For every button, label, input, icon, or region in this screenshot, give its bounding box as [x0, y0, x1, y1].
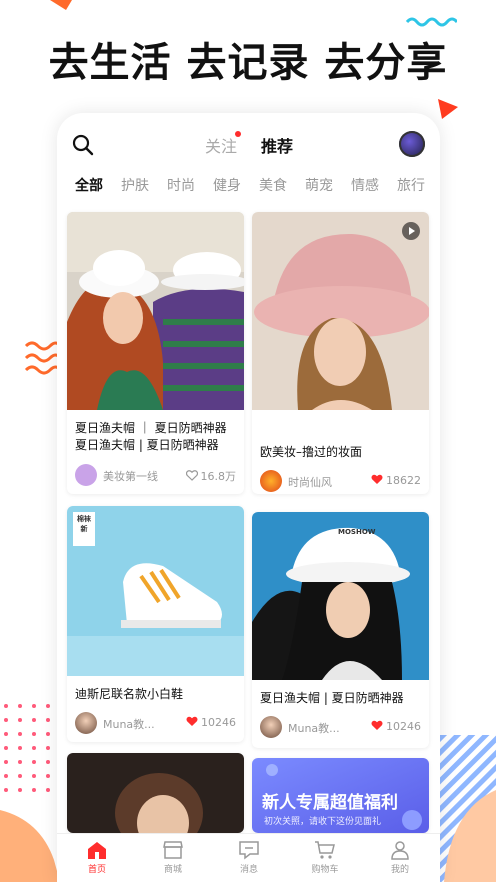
deco-triangle-right — [438, 99, 458, 119]
cart-icon — [315, 841, 335, 859]
deco-wave-orange — [24, 341, 60, 375]
heart-filled-icon — [186, 716, 198, 726]
author-avatar — [75, 464, 97, 486]
card-image — [67, 212, 244, 410]
like-count-text: 16.8万 — [200, 470, 237, 483]
author-name: Muna教... — [288, 722, 340, 735]
category-bar: 全部 护肤 时尚 健身 美食 萌宠 情感 旅行 — [57, 175, 440, 201]
author-name: 时尚仙风 — [288, 476, 332, 489]
like-count[interactable]: 18622 — [371, 474, 421, 487]
like-count-text: 10246 — [201, 716, 236, 729]
category-pets[interactable]: 萌宠 — [305, 175, 333, 195]
hat-logo-text: MOSHOW — [338, 528, 376, 536]
deco-blob-orange-left — [0, 810, 60, 882]
bottom-nav: 首页 商城 消息 购物车 我的 — [57, 833, 440, 882]
like-count[interactable]: 10246 — [186, 716, 236, 729]
feed-card[interactable]: MOSHOW 夏日渔夫帽 | 夏日防晒神器 Muna教... 10246 — [252, 512, 429, 748]
nav-label: 首页 — [87, 865, 106, 875]
author-name: Muna教... — [103, 718, 155, 731]
card-image — [67, 506, 244, 676]
card-title: 夏日渔夫帽 | 夏日防晒神器 — [260, 691, 404, 705]
nav-messages[interactable]: 消息 — [224, 840, 274, 875]
card-meta: 美妆第一线 16.8万 — [75, 464, 236, 486]
nav-home[interactable]: 首页 — [72, 840, 122, 875]
search-icon[interactable] — [71, 133, 95, 157]
nav-me[interactable]: 我的 — [375, 840, 425, 875]
heart-outline-icon — [185, 470, 198, 481]
feed-card[interactable]: 欧美妆–撸过的妆面 时尚仙风 18622 — [252, 212, 429, 494]
author-avatar — [75, 712, 97, 734]
category-skincare[interactable]: 护肤 — [121, 175, 149, 195]
tab-recommend[interactable]: 推荐 — [261, 133, 293, 157]
top-bar: 关注 推荐 — [57, 113, 440, 169]
card-image — [252, 212, 429, 410]
nav-label: 消息 — [239, 865, 258, 875]
feed-card[interactable]: 夏日渔夫帽 ｜ 夏日防晒神器夏日渔夫帽 | 夏日防晒神器 美妆第一线 16.8万 — [67, 212, 244, 494]
tab-follow[interactable]: 关注 — [205, 133, 237, 157]
category-emotion[interactable]: 情感 — [351, 175, 379, 195]
author-name: 美妆第一线 — [103, 470, 158, 483]
nav-label: 商城 — [163, 865, 182, 875]
card-image — [252, 512, 429, 680]
deco-wave-teal — [405, 17, 457, 27]
phone-screen: 关注 推荐 全部 护肤 时尚 健身 美食 萌宠 情感 旅行 夏日渔夫帽 ｜ 夏日… — [57, 113, 440, 882]
nav-label: 我的 — [390, 865, 409, 875]
category-all[interactable]: 全部 — [75, 175, 103, 195]
feed-card[interactable] — [67, 753, 244, 833]
store-icon — [163, 841, 183, 859]
promo-banner[interactable]: 新人专属超值福利 初次关照，请收下这份见面礼 — [252, 758, 429, 833]
card-meta: Muna教... 10246 — [75, 712, 236, 734]
like-count[interactable]: 10246 — [371, 720, 421, 733]
video-play-icon[interactable] — [402, 222, 420, 240]
notification-dot — [235, 131, 241, 137]
card-title: 迪斯尼联名款小白鞋 — [75, 687, 184, 701]
card-meta: 时尚仙风 18622 — [260, 470, 421, 492]
like-count-text: 18622 — [386, 474, 421, 487]
home-icon — [88, 842, 106, 859]
message-icon — [239, 841, 259, 860]
author-avatar — [260, 470, 282, 492]
banner-subtitle: 初次关照，请收下这份见面礼 — [264, 817, 382, 827]
category-fashion[interactable]: 时尚 — [167, 175, 195, 195]
heart-filled-icon — [371, 474, 383, 484]
nav-cart[interactable]: 购物车 — [300, 840, 350, 875]
nav-mall[interactable]: 商城 — [148, 840, 198, 875]
heart-filled-icon — [371, 720, 383, 730]
card-title: 夏日渔夫帽 ｜ 夏日防晒神器夏日渔夫帽 | 夏日防晒神器 — [75, 421, 227, 452]
user-avatar[interactable] — [399, 131, 425, 157]
deco-triangle-top — [50, 0, 72, 10]
like-count-text: 10246 — [386, 720, 421, 733]
card-meta: Muna教... 10246 — [260, 716, 421, 738]
card-image — [67, 753, 244, 833]
author-avatar — [260, 716, 282, 738]
card-title: 欧美妆–撸过的妆面 — [260, 445, 363, 459]
user-icon — [391, 841, 409, 860]
category-travel[interactable]: 旅行 — [397, 175, 425, 195]
category-fitness[interactable]: 健身 — [213, 175, 241, 195]
feed-card[interactable]: 棉袜新 迪斯尼联名款小白鞋 Muna教... 10246 — [67, 506, 244, 742]
nav-label: 购物车 — [311, 865, 339, 875]
card-image-text: 棉袜新 — [77, 515, 91, 533]
headline: 去生活 去记录 去分享 — [48, 40, 448, 86]
like-count[interactable]: 16.8万 — [185, 468, 237, 484]
category-food[interactable]: 美食 — [259, 175, 287, 195]
banner-title: 新人专属超值福利 — [262, 793, 398, 813]
